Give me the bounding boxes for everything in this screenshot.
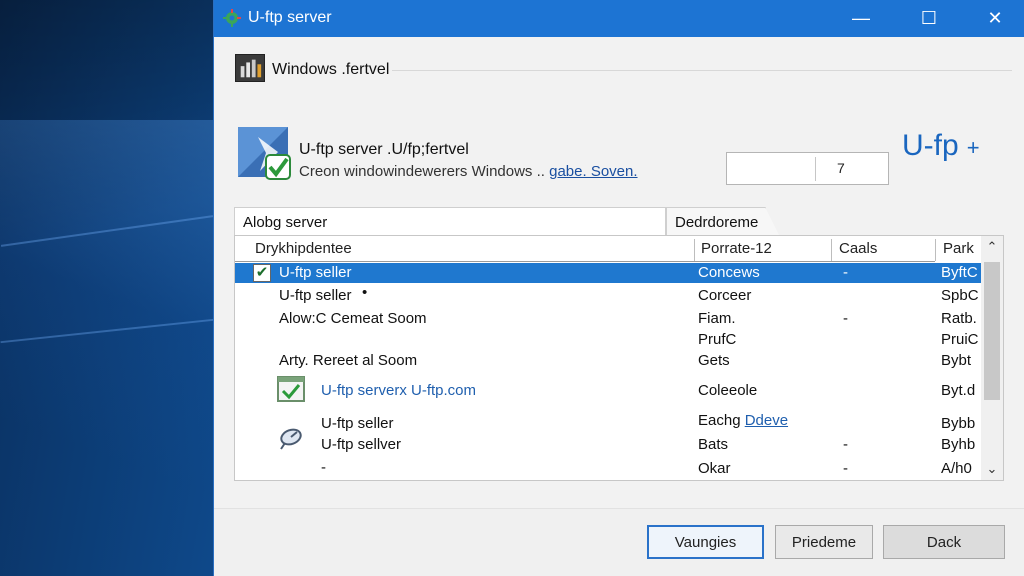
row-caals: - (843, 436, 848, 453)
column-header-porrate[interactable]: Porrate-12 (701, 240, 772, 257)
table-row[interactable]: ✔ U-ftp seller Concews - ByftC (235, 263, 982, 283)
close-button[interactable]: ✕ (972, 0, 1018, 37)
table-row[interactable]: U-ftp seller • Corceer SpbC (235, 284, 982, 306)
app-description-link[interactable]: gabe. Soven. (549, 163, 637, 180)
desktop-light-pane (0, 120, 214, 576)
table-row[interactable]: U-ftp serverx U-ftp.com Coleeole Byt.d (235, 374, 982, 406)
satellite-dish-icon (280, 428, 302, 450)
table-row[interactable]: - Okar - A/h0 (235, 458, 982, 480)
row-value: Coleeole (698, 382, 758, 399)
column-header-park[interactable]: Park (943, 240, 974, 257)
maximize-button[interactable]: ☐ (906, 0, 952, 37)
dack-button[interactable]: Dack (883, 525, 1005, 559)
window-client: Windows .fertvel U-ftp server .U/fp;fert… (214, 37, 1024, 576)
app-name: U-ftp server .U/fp;fertvel (299, 141, 469, 158)
row-value: Eachg Ddeve (698, 412, 788, 429)
row-park: ByftC (941, 264, 978, 281)
location-divider (392, 70, 1012, 71)
header-divider (235, 261, 935, 262)
row-value: Bats (698, 436, 729, 453)
count-field[interactable]: 7 (726, 152, 889, 185)
row-value: Concews (698, 264, 760, 281)
app-description-text: Creon windowindewerers Windows .. (299, 163, 550, 180)
close-icon: ✕ (987, 8, 1003, 28)
table-row[interactable]: U-ftp sellver Bats - Byhb (235, 428, 982, 456)
brand-text: U-fp (902, 129, 959, 162)
table-row[interactable]: U-ftp seller Eachg Ddeve Bybb (235, 412, 982, 434)
tab-alobg-server[interactable]: Alobg server (234, 207, 666, 235)
row-caals: - (843, 460, 848, 477)
column-separator[interactable] (831, 239, 832, 261)
row-value: Fiam. (698, 310, 736, 327)
vaungies-button[interactable]: Vaungies (647, 525, 764, 559)
dot-icon: • (362, 284, 368, 301)
maximize-icon: ☐ (920, 8, 938, 28)
title-bar[interactable]: U-ftp server — ☐ ✕ (214, 0, 1024, 37)
column-header-caals[interactable]: Caals (839, 240, 877, 257)
check-window-icon (277, 376, 305, 402)
table-row[interactable]: PrufC PruiC (235, 330, 982, 350)
row-name: U-ftp sellver (321, 436, 402, 453)
row-value-link[interactable]: Ddeve (745, 412, 788, 429)
row-name: Alow:C Cemeat Soom (279, 310, 427, 327)
row-value: Gets (698, 352, 730, 369)
dialog-footer: Vaungies Priedeme Dack (214, 508, 1024, 576)
field-separator (815, 157, 816, 181)
row-park: PruiC (941, 331, 979, 348)
tab-dedrdoreme[interactable]: Dedrdoreme (666, 207, 779, 235)
row-park: Bybt (941, 352, 972, 369)
row-park: Ratb. (941, 310, 977, 327)
row-caals: - (843, 310, 848, 327)
row-value: PrufC (698, 331, 737, 348)
tab-label: Dedrdoreme (675, 214, 759, 231)
row-name: U-ftp seller (321, 415, 394, 432)
row-park: Byt.d (941, 382, 976, 399)
row-park: Bybb (941, 415, 976, 432)
column-separator[interactable] (935, 239, 936, 261)
location-label: Windows .fertvel (272, 61, 390, 78)
add-icon[interactable]: + (967, 135, 980, 160)
tab-strip: Alobg server Dedrdoreme (234, 207, 1014, 235)
check-icon[interactable]: ✔ (253, 264, 271, 282)
tab-label: Alobg server (243, 214, 328, 231)
row-name: U-ftp seller (279, 287, 352, 304)
table-row[interactable]: Arty. Rereet al Soom Gets Bybt (235, 351, 982, 371)
row-name: U-ftp seller (279, 264, 352, 281)
list-header: Drykhipdentee Porrate-12 Caals Park (235, 236, 1003, 262)
column-separator[interactable] (694, 239, 695, 261)
row-park: A/h0 (941, 460, 972, 477)
row-value: Okar (698, 460, 731, 477)
minimize-button[interactable]: — (838, 0, 884, 37)
priedeme-button[interactable]: Priedeme (775, 525, 873, 559)
minimize-icon: — (852, 8, 870, 28)
row-value: Corceer (698, 287, 752, 304)
window-title: U-ftp server (248, 9, 332, 26)
scroll-down-icon[interactable]: ⌄ (981, 458, 1003, 480)
table-row[interactable]: Alow:C Cemeat Soom Fiam. - Ratb. (235, 309, 982, 329)
row-park: SpbC (941, 287, 979, 304)
vertical-scrollbar[interactable]: ⌃ ⌄ (981, 236, 1003, 480)
row-name: Arty. Rereet al Soom (279, 352, 418, 369)
count-field-value: 7 (837, 160, 845, 176)
row-name: U-ftp serverx U-ftp.com (321, 382, 477, 399)
scroll-thumb[interactable] (984, 262, 1000, 400)
row-park: Byhb (941, 436, 976, 453)
app-description: Creon windowindewerers Windows .. gabe. … (299, 163, 638, 180)
app-window: U-ftp server — ☐ ✕ Windows .fertvel U-ft… (213, 0, 1024, 576)
brand-label: U-fp + (902, 129, 980, 163)
server-folder-icon (235, 54, 265, 82)
row-caals: - (843, 264, 848, 281)
row-name: - (321, 459, 326, 476)
scroll-up-icon[interactable]: ⌃ (981, 236, 1003, 258)
server-list: Drykhipdentee Porrate-12 Caals Park ✔ U-… (234, 235, 1004, 481)
column-header-name[interactable]: Drykhipdentee (255, 240, 352, 257)
row-value-text: Eachg (698, 412, 745, 429)
app-logo-icon (238, 127, 291, 180)
app-gear-icon (223, 9, 241, 27)
